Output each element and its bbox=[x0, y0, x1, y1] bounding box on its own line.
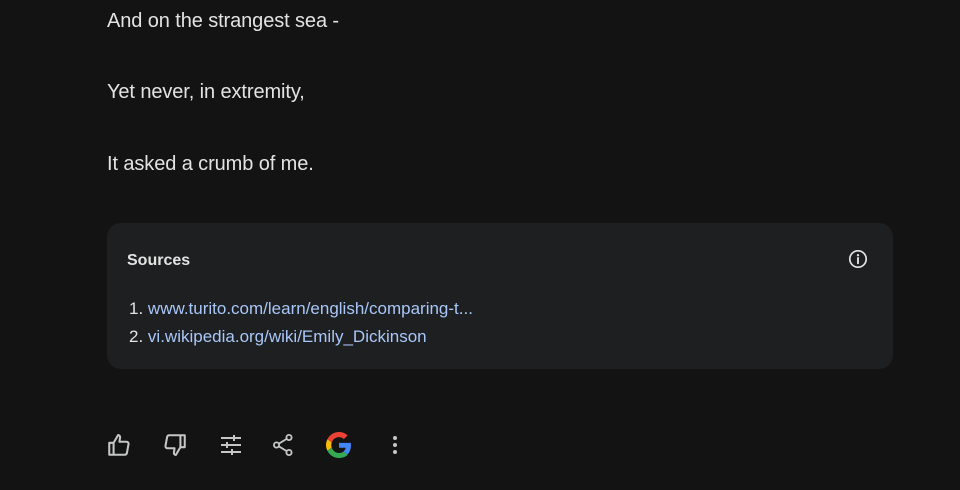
share-icon bbox=[273, 434, 293, 456]
source-number: 2. bbox=[129, 327, 144, 346]
tune-icon bbox=[221, 435, 241, 455]
source-link[interactable]: vi.wikipedia.org/wiki/Emily_Dickinson bbox=[148, 327, 427, 346]
thumbs-down-button[interactable] bbox=[155, 425, 195, 465]
thumbs-up-button[interactable] bbox=[99, 425, 139, 465]
poem-line: It asked a crumb of me. bbox=[107, 153, 314, 175]
sources-title: Sources bbox=[127, 252, 191, 269]
more-options-button[interactable] bbox=[375, 425, 415, 465]
response-page: And on the strangest sea - Yet never, in… bbox=[0, 0, 960, 490]
thumbs-down-icon bbox=[164, 434, 186, 456]
source-item: 2. vi.wikipedia.org/wiki/Emily_Dickinson bbox=[129, 323, 473, 351]
poem-line: Yet never, in extremity, bbox=[107, 81, 305, 103]
modify-response-button[interactable] bbox=[211, 425, 251, 465]
info-circle-icon bbox=[848, 249, 868, 269]
poem-line: And on the strangest sea - bbox=[107, 10, 339, 32]
sources-card: Sources 1. www.turito.com/learn/english/… bbox=[107, 223, 893, 369]
thumbs-up-icon bbox=[108, 434, 130, 456]
info-button[interactable] bbox=[846, 247, 870, 271]
source-number: 1. bbox=[129, 299, 144, 318]
more-vertical-icon bbox=[393, 436, 397, 454]
sources-list: 1. www.turito.com/learn/english/comparin… bbox=[129, 295, 473, 351]
source-item: 1. www.turito.com/learn/english/comparin… bbox=[129, 295, 473, 323]
share-button[interactable] bbox=[263, 425, 303, 465]
google-icon bbox=[326, 432, 351, 458]
double-check-google-button[interactable] bbox=[319, 425, 359, 465]
source-link[interactable]: www.turito.com/learn/english/comparing-t… bbox=[148, 299, 473, 318]
